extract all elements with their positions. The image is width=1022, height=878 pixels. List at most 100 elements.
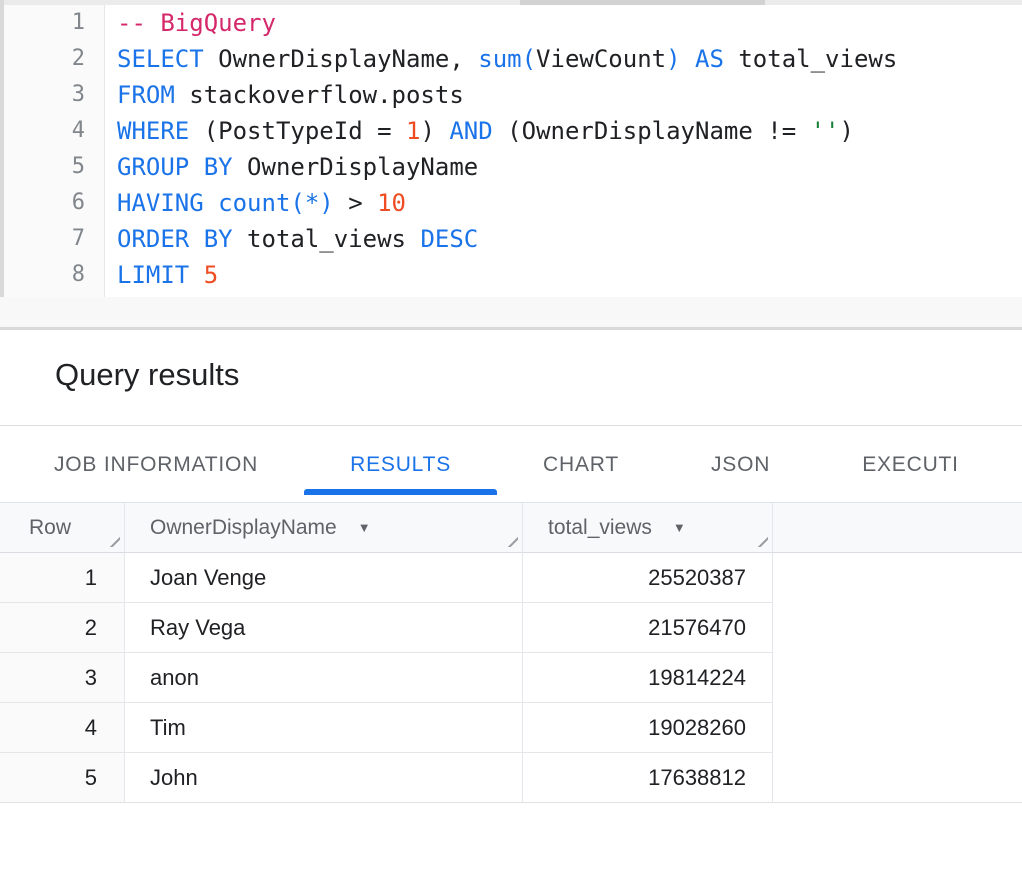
code-token: total_views bbox=[233, 225, 421, 253]
query-results-title: Query results bbox=[0, 330, 1022, 393]
column-menu-arrow-icon[interactable]: ▼ bbox=[358, 521, 371, 534]
code-token: HAVING bbox=[117, 189, 204, 217]
code-token: 10 bbox=[377, 189, 406, 217]
table-cell: 3 bbox=[0, 653, 125, 703]
code-token: 5 bbox=[204, 261, 218, 289]
table-header-row: Row OwnerDisplayName ▼ total_views ▼ bbox=[0, 503, 1022, 553]
column-menu-arrow-icon[interactable]: ▼ bbox=[673, 521, 686, 534]
code-token: SELECT bbox=[117, 45, 204, 73]
column-header-ownerdisplayname[interactable]: OwnerDisplayName ▼ bbox=[125, 503, 523, 553]
column-header-total-views[interactable]: total_views ▼ bbox=[523, 503, 773, 553]
table-cell: 2 bbox=[0, 603, 125, 653]
table-row: 3anon19814224 bbox=[0, 653, 1022, 703]
table-cell bbox=[773, 753, 1022, 803]
code-token: WHERE bbox=[117, 117, 189, 145]
table-cell: 1 bbox=[0, 553, 125, 603]
table-row: 5John17638812 bbox=[0, 753, 1022, 803]
code-token: count(*) bbox=[218, 189, 334, 217]
tab-executi[interactable]: EXECUTI bbox=[816, 427, 1005, 502]
code-token: 1 bbox=[406, 117, 420, 145]
table-cell: Tim bbox=[125, 703, 523, 753]
table-cell: Ray Vega bbox=[125, 603, 523, 653]
tab-results[interactable]: RESULTS bbox=[304, 427, 497, 502]
code-token: sum( bbox=[478, 45, 536, 73]
column-label: total_views bbox=[548, 516, 652, 540]
code-token: ) bbox=[666, 45, 680, 73]
active-tab-indicator bbox=[304, 489, 497, 495]
table-cell: anon bbox=[125, 653, 523, 703]
tab-label: JSON bbox=[711, 453, 770, 477]
table-row: 4Tim19028260 bbox=[0, 703, 1022, 753]
tab-job-information[interactable]: JOB INFORMATION bbox=[8, 427, 304, 502]
table-cell bbox=[773, 653, 1022, 703]
code-token bbox=[204, 189, 218, 217]
results-table: Row OwnerDisplayName ▼ total_views ▼ 1Joan V… bbox=[0, 503, 1022, 803]
line-number: 1 bbox=[4, 5, 85, 41]
line-number: 5 bbox=[4, 149, 85, 185]
code-token: -- BigQuery bbox=[117, 9, 276, 37]
code-token: AS bbox=[695, 45, 724, 73]
line-number: 7 bbox=[4, 221, 85, 257]
code-line: LIMIT 5 bbox=[117, 257, 1022, 293]
code-token: FROM bbox=[117, 81, 175, 109]
column-header-row[interactable]: Row bbox=[0, 503, 125, 553]
sql-editor[interactable]: 12345678 -- BigQuery SELECT OwnerDisplayN… bbox=[4, 5, 1022, 297]
code-token: total_views bbox=[724, 45, 897, 73]
table-row: 2Ray Vega21576470 bbox=[0, 603, 1022, 653]
table-cell bbox=[773, 703, 1022, 753]
code-token: > bbox=[334, 189, 377, 217]
tab-label: EXECUTI bbox=[862, 453, 959, 477]
code-token: ORDER BY bbox=[117, 225, 233, 253]
tab-json[interactable]: JSON bbox=[665, 427, 816, 502]
code-line: FROM stackoverflow.posts bbox=[117, 77, 1022, 113]
table-cell: 21576470 bbox=[523, 603, 773, 653]
code-token: GROUP BY bbox=[117, 153, 233, 181]
line-number: 8 bbox=[4, 257, 85, 293]
code-token: stackoverflow.posts bbox=[175, 81, 464, 109]
table-cell: 25520387 bbox=[523, 553, 773, 603]
code-line: ORDER BY total_views DESC bbox=[117, 221, 1022, 257]
query-results-section: Query results bbox=[0, 330, 1022, 426]
column-label: OwnerDisplayName bbox=[150, 516, 337, 540]
code-token: OwnerDisplayName, bbox=[204, 45, 479, 73]
code-line: HAVING count(*) > 10 bbox=[117, 185, 1022, 221]
code-token: LIMIT bbox=[117, 261, 189, 289]
code-line: SELECT OwnerDisplayName, sum(ViewCount) … bbox=[117, 41, 1022, 77]
code-token: AND bbox=[449, 117, 492, 145]
table-row: 1Joan Venge25520387 bbox=[0, 553, 1022, 603]
code-token: DESC bbox=[420, 225, 478, 253]
table-cell bbox=[773, 553, 1022, 603]
table-cell: Joan Venge bbox=[125, 553, 523, 603]
code-token: ViewCount bbox=[536, 45, 666, 73]
table-cell: 19814224 bbox=[523, 653, 773, 703]
tab-chart[interactable]: CHART bbox=[497, 427, 665, 502]
code-area[interactable]: -- BigQuery SELECT OwnerDisplayName, sum(… bbox=[105, 5, 1022, 297]
table-cell: 17638812 bbox=[523, 753, 773, 803]
line-number-gutter: 12345678 bbox=[4, 5, 105, 297]
bigquery-query-panel: 12345678 -- BigQuery SELECT OwnerDisplayN… bbox=[0, 0, 1022, 878]
code-token bbox=[189, 261, 203, 289]
tab-label: RESULTS bbox=[350, 453, 451, 477]
code-token: (OwnerDisplayName != bbox=[493, 117, 811, 145]
table-cell: 5 bbox=[0, 753, 125, 803]
tab-label: CHART bbox=[543, 453, 619, 477]
code-line: GROUP BY OwnerDisplayName bbox=[117, 149, 1022, 185]
table-cell: 19028260 bbox=[523, 703, 773, 753]
table-cell bbox=[773, 603, 1022, 653]
line-number: 6 bbox=[4, 185, 85, 221]
code-line: -- BigQuery bbox=[117, 5, 1022, 41]
tab-label: JOB INFORMATION bbox=[54, 453, 258, 477]
column-resize-handle[interactable] bbox=[753, 532, 768, 547]
code-line: WHERE (PostTypeId = 1) AND (OwnerDisplay… bbox=[117, 113, 1022, 149]
editor-left-border bbox=[0, 0, 4, 330]
code-token: '' bbox=[811, 117, 840, 145]
column-resize-handle[interactable] bbox=[105, 532, 120, 547]
code-token bbox=[681, 45, 695, 73]
line-number: 3 bbox=[4, 77, 85, 113]
code-token: (PostTypeId = bbox=[189, 117, 406, 145]
editor-resize-bar[interactable] bbox=[0, 297, 1022, 330]
column-label: Row bbox=[29, 516, 71, 540]
table-cell: John bbox=[125, 753, 523, 803]
table-body: 1Joan Venge255203872Ray Vega215764703ano… bbox=[0, 553, 1022, 803]
column-resize-handle[interactable] bbox=[503, 532, 518, 547]
